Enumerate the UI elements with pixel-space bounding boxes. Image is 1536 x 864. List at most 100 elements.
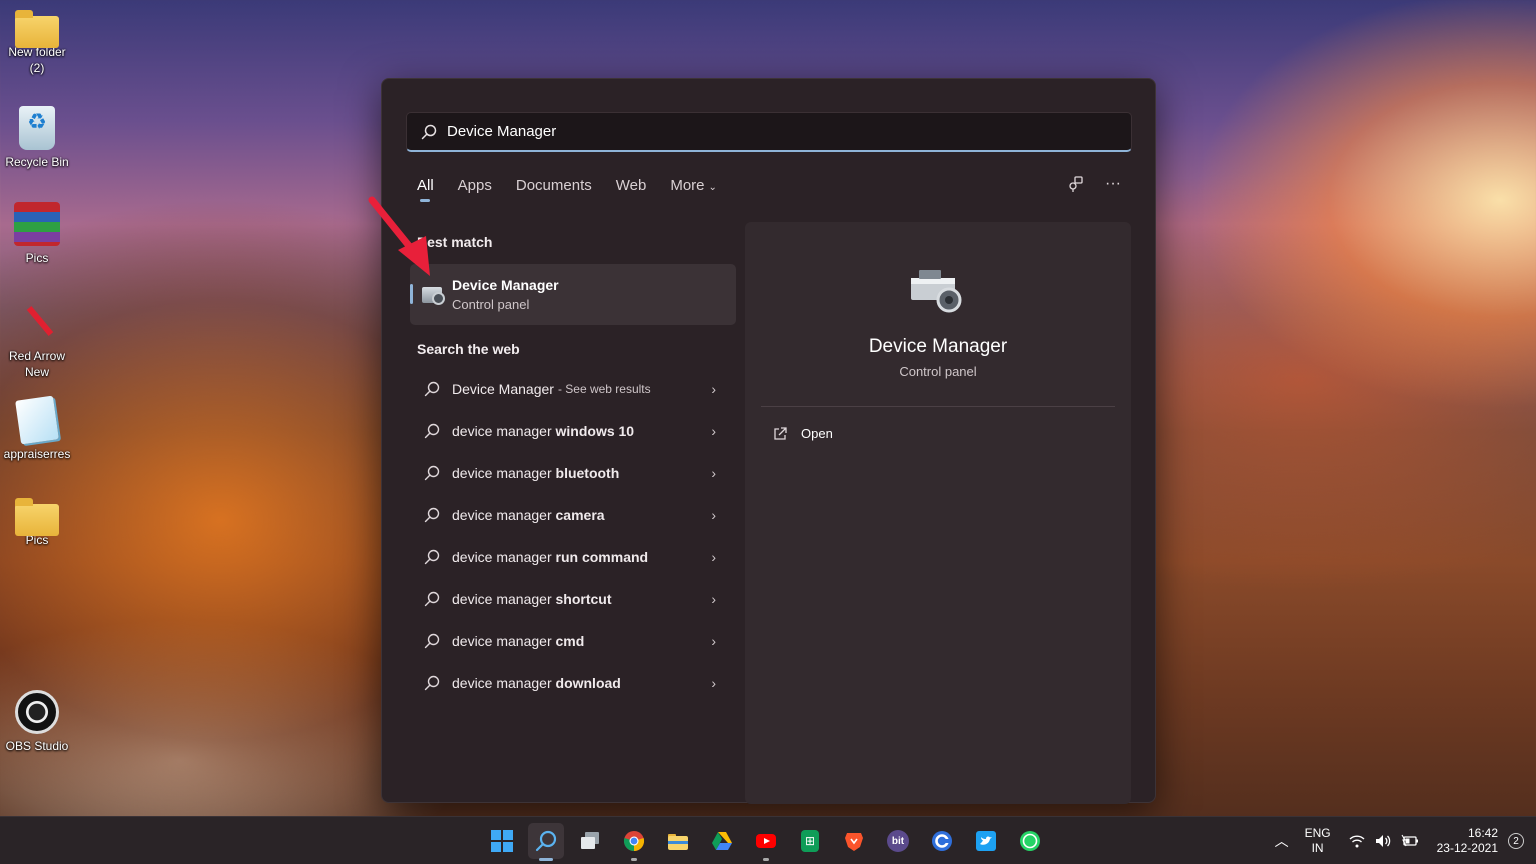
search-icon (424, 591, 440, 607)
quick-settings[interactable] (1349, 834, 1419, 848)
web-result-item[interactable]: device manager run command › (410, 536, 736, 578)
brave-lion-icon (845, 833, 863, 851)
region-code: IN (1311, 841, 1324, 855)
desktop-icon-new-folder[interactable]: New folder (2) (4, 8, 70, 76)
taskbar-search-button[interactable] (528, 823, 564, 861)
desktop-icon-appraiserres[interactable]: appraiserres (4, 395, 70, 462)
search-icon (424, 633, 440, 649)
tab-label: More (670, 177, 705, 194)
tab-label: Documents (515, 177, 592, 194)
web-result-text: Device Manager (452, 381, 554, 397)
search-input[interactable] (447, 123, 1097, 140)
web-result-item[interactable]: device manager camera › (410, 494, 736, 536)
show-hidden-icons-chevron-up-icon[interactable]: ︿ (1275, 831, 1289, 851)
folder-icon (15, 498, 59, 536)
taskbar-file-explorer[interactable] (660, 823, 696, 859)
chevron-right-icon: › (711, 465, 716, 481)
web-result-text: device manager (452, 423, 556, 439)
input-language[interactable]: ENG IN (1305, 826, 1331, 856)
web-result-bold: camera (555, 507, 605, 523)
desktop-icon-label: New folder (2) (8, 45, 66, 75)
web-result-item[interactable]: device manager bluetooth › (410, 452, 736, 494)
taskbar-youtube[interactable] (748, 823, 784, 861)
tab-apps[interactable]: Apps (458, 177, 492, 202)
folder-icon (668, 834, 688, 850)
search-actions: ··· (1067, 175, 1121, 193)
desktop-icon-pics-folder[interactable]: Pics (4, 496, 70, 548)
taskbar-bit[interactable]: bit (880, 823, 916, 859)
detail-subtitle: Control panel (899, 364, 977, 379)
web-result-text: device manager (452, 675, 556, 691)
bit-app-icon: bit (887, 830, 909, 852)
taskbar: ⊞ bit ︿ ENG IN 16:42 23-12-2021 2 (0, 816, 1536, 864)
ccleaner-icon (932, 831, 952, 851)
divider (761, 406, 1115, 407)
tab-label: All (417, 177, 434, 194)
web-result-item[interactable]: device manager download › (410, 662, 736, 704)
web-result-item[interactable]: device manager cmd › (410, 620, 736, 662)
desktop-icon-obs-studio[interactable]: OBS Studio (4, 690, 70, 754)
web-result-bold: windows 10 (555, 423, 635, 439)
chevron-down-icon: ⌄ (708, 182, 717, 193)
start-search-panel: All Apps Documents Web More⌄ ··· Best ma… (381, 78, 1156, 804)
taskbar-apps: ⊞ bit (484, 823, 1048, 861)
notification-badge[interactable]: 2 (1508, 833, 1524, 849)
winrar-archive-icon (14, 202, 60, 246)
best-match-subtitle: Control panel (452, 297, 530, 312)
taskbar-whatsapp[interactable] (1012, 823, 1048, 859)
detail-title: Device Manager (868, 336, 1008, 357)
taskbar-google-drive[interactable] (704, 823, 740, 859)
tab-more[interactable]: More ⌄ (670, 177, 717, 202)
web-result-bold: bluetooth (555, 465, 620, 481)
share-devices-icon[interactable] (1067, 175, 1085, 193)
desktop-icon-pics-archive[interactable]: Pics (4, 202, 70, 266)
tab-web[interactable]: Web (616, 177, 647, 202)
desktop-icon-label: Recycle Bin (5, 155, 69, 169)
clock[interactable]: 16:42 23-12-2021 (1437, 826, 1498, 856)
web-result-item[interactable]: device manager shortcut › (410, 578, 736, 620)
taskbar-twitter[interactable] (968, 823, 1004, 859)
desktop-icon-label: OBS Studio (5, 739, 69, 753)
search-icon (424, 549, 440, 565)
taskbar-brave[interactable] (836, 823, 872, 859)
search-icon (424, 675, 440, 691)
device-manager-icon (911, 270, 962, 313)
web-result-text: device manager (452, 507, 556, 523)
open-action[interactable]: Open (773, 426, 833, 441)
web-result-bold: run command (555, 549, 649, 565)
web-results-list: Device Manager - See web results › devic… (410, 368, 736, 704)
tab-documents[interactable]: Documents (516, 177, 592, 202)
chevron-right-icon: › (711, 675, 716, 691)
web-result-text: device manager (452, 591, 556, 607)
web-result-item[interactable]: Device Manager - See web results › (410, 368, 736, 410)
taskbar-chrome[interactable] (616, 823, 652, 861)
more-options-icon[interactable]: ··· (1105, 175, 1121, 193)
language-code: ENG (1304, 826, 1331, 840)
google-sheets-icon: ⊞ (801, 830, 819, 852)
taskbar-ccleaner[interactable] (924, 823, 960, 859)
taskbar-google-sheets[interactable]: ⊞ (792, 823, 828, 859)
desktop-icon-red-arrow[interactable]: Red Arrow New (4, 300, 70, 380)
web-result-text: device manager (452, 633, 556, 649)
open-external-icon (774, 426, 787, 440)
taskbar-start-button[interactable] (484, 823, 520, 859)
task-view-icon (581, 832, 599, 849)
windows-logo-icon (491, 830, 513, 852)
best-match-title: Device Manager (452, 277, 559, 293)
result-detail-pane: Device Manager Control panel Open (745, 222, 1131, 804)
search-icon (424, 423, 440, 439)
web-result-item[interactable]: device manager windows 10 › (410, 410, 736, 452)
web-result-text: device manager (452, 549, 556, 565)
desktop-icon-recycle-bin[interactable]: Recycle Bin (4, 106, 70, 170)
best-match-item[interactable]: Device Manager Control panel (410, 264, 736, 325)
chevron-right-icon: › (711, 507, 716, 523)
youtube-icon (756, 834, 776, 848)
web-result-suffix: - See web results (557, 382, 651, 396)
search-box[interactable] (406, 112, 1132, 152)
taskbar-task-view-button[interactable] (572, 823, 608, 859)
active-indicator (539, 858, 553, 861)
web-result-bold: cmd (555, 633, 585, 649)
chevron-right-icon: › (711, 633, 716, 649)
tab-label: Web (615, 177, 647, 194)
open-label: Open (801, 426, 833, 441)
